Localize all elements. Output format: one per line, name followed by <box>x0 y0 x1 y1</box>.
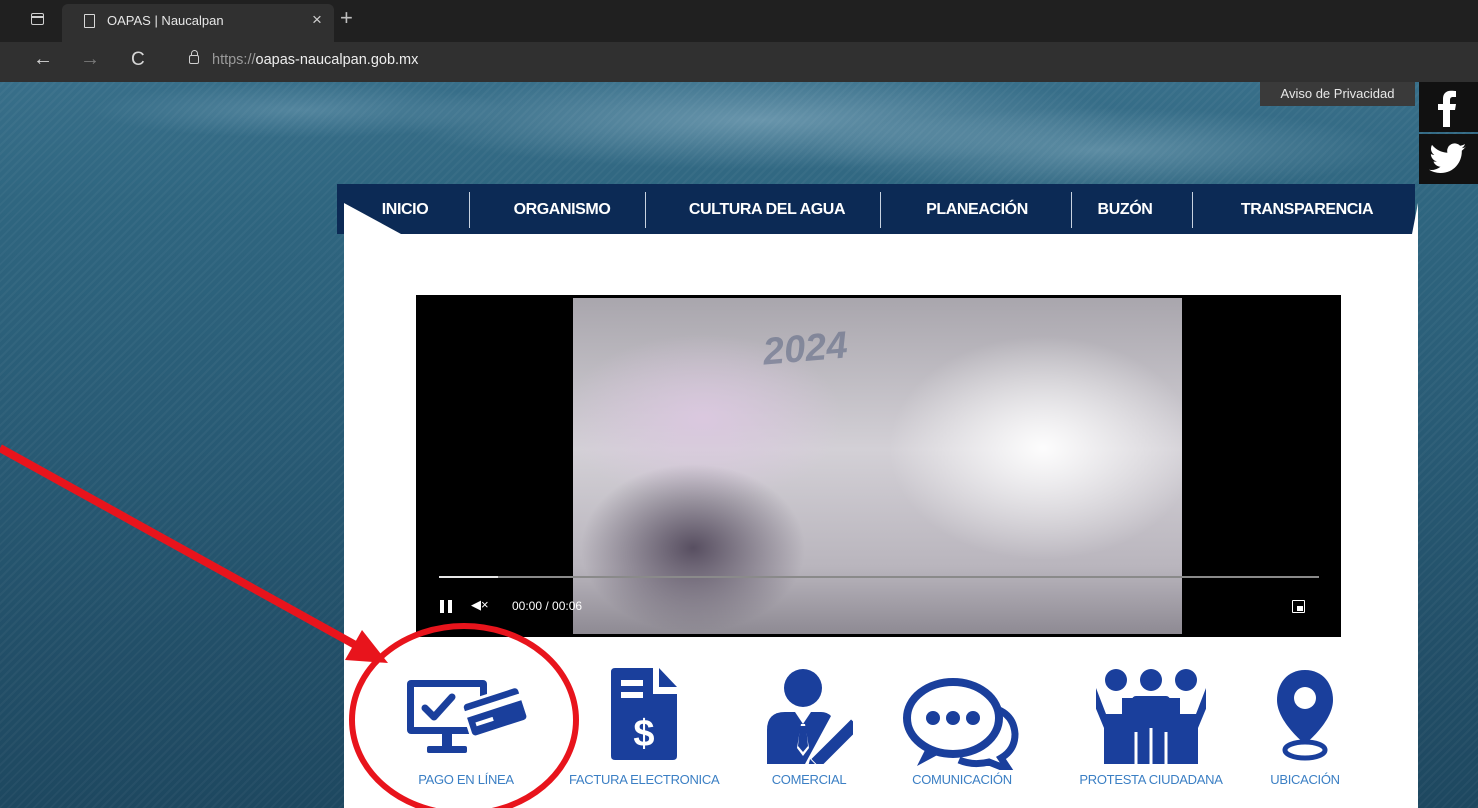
reload-button[interactable]: C <box>131 49 145 71</box>
shortcut-label: UBICACIÓN <box>1270 772 1340 787</box>
picture-in-picture-button[interactable] <box>1292 600 1305 613</box>
shortcut-protesta-ciudadana[interactable]: PROTESTA CIUDADANA <box>1079 668 1223 788</box>
shortcut-factura-electronica[interactable]: $ FACTURA ELECTRONICA <box>569 668 720 788</box>
facebook-button[interactable] <box>1419 82 1478 132</box>
back-button[interactable]: ← <box>33 48 53 71</box>
video-progress-bar[interactable] <box>439 576 1319 578</box>
forward-button[interactable]: → <box>80 48 100 71</box>
invoice-dollar-icon: $ <box>611 668 677 760</box>
shortcut-label: PROTESTA CIUDADANA <box>1079 772 1223 787</box>
shortcut-label: FACTURA ELECTRONICA <box>569 772 720 787</box>
browser-tab[interactable]: OAPAS | Naucalpan × <box>62 4 334 42</box>
location-pin-icon <box>1277 670 1333 761</box>
crowd-icon <box>1094 669 1208 764</box>
mute-button[interactable]: ◀× <box>471 597 489 613</box>
shortcut-comunicacion[interactable]: COMUNICACIÓN <box>903 678 1021 788</box>
svg-text:$: $ <box>633 713 654 755</box>
shortcut-label: COMUNICACIÓN <box>912 772 1012 787</box>
shortcut-comercial[interactable]: COMERCIAL <box>765 668 863 788</box>
tab-close-icon[interactable]: × <box>312 10 322 30</box>
video-time: 00:00 / 00:06 <box>512 599 583 613</box>
page-icon <box>84 14 95 28</box>
shortcut-label: PAGO EN LÍNEA <box>418 772 514 787</box>
url-host: oapas-naucalpan.gob.mx <box>255 52 419 68</box>
twitter-button[interactable] <box>1419 134 1478 184</box>
shortcut-pago-en-linea[interactable]: PAGO EN LÍNEA <box>405 678 530 788</box>
video-progress-fill <box>439 576 498 578</box>
pause-button[interactable] <box>440 600 452 613</box>
video-frame: 2024 <box>573 298 1182 634</box>
video-frame-text: 2024 <box>761 324 850 374</box>
businessman-icon <box>767 669 863 773</box>
video-player[interactable]: 2024 ◀× 00:00 / 00:06 <box>416 295 1341 637</box>
window-menu-icon[interactable] <box>31 13 44 25</box>
new-tab-button[interactable]: + <box>340 5 353 31</box>
chat-bubbles-icon <box>903 678 1019 778</box>
privacy-link[interactable]: Aviso de Privacidad <box>1260 82 1415 106</box>
address-bar: ← → C https://oapas-naucalpan.gob.mx <box>0 42 1478 82</box>
browser-tab-bar: OAPAS | Naucalpan × + <box>0 0 1478 42</box>
facebook-icon <box>1438 90 1456 127</box>
url-prefix: https:// <box>212 52 256 68</box>
url-field[interactable]: https://oapas-naucalpan.gob.mx <box>212 52 418 68</box>
lock-icon[interactable] <box>189 50 199 64</box>
payment-monitor-icon <box>407 680 530 753</box>
twitter-icon <box>1429 143 1466 174</box>
panel-top-edges <box>344 203 1418 234</box>
tab-title: OAPAS | Naucalpan <box>107 13 224 28</box>
shortcut-ubicacion[interactable]: UBICACIÓN <box>1270 668 1340 788</box>
